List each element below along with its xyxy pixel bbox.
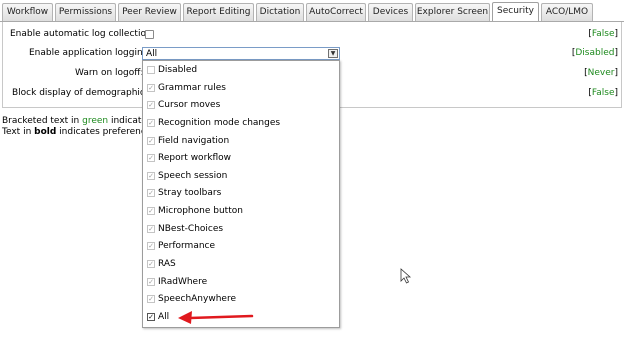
tab-workflow[interactable]: Workflow [2, 3, 53, 21]
option-grammar-rules[interactable]: ✓ Grammar rules [143, 80, 339, 96]
tab-aco-lmo[interactable]: ACO/LMO [541, 3, 593, 21]
option-speechanywhere[interactable]: ✓ SpeechAnywhere [143, 291, 339, 307]
option-cursor-moves[interactable]: ✓ Cursor moves [143, 97, 339, 113]
block-demographics-label: Block display of demographics: [12, 88, 153, 98]
option-checkbox[interactable]: ✓ [147, 172, 155, 180]
option-checkbox[interactable]: ✓ [147, 189, 155, 197]
legend-line-green: Bracketed text in green indicates c [2, 116, 160, 126]
log-collection-label: Enable automatic log collection: [10, 29, 155, 39]
option-label: Speech session [158, 171, 228, 181]
option-speech-session[interactable]: ✓ Speech session [143, 168, 339, 184]
option-label: SpeechAnywhere [158, 294, 236, 304]
tab-permissions[interactable]: Permissions [55, 3, 116, 21]
warn-logoff-default: [Never] [584, 68, 618, 78]
option-label: Cursor moves [158, 100, 221, 110]
option-checkbox[interactable]: ✓ [147, 84, 155, 92]
option-stray-toolbars[interactable]: ✓ Stray toolbars [143, 185, 339, 201]
tab-bar: Workflow Permissions Peer Review Report … [0, 0, 624, 22]
option-checkbox[interactable]: ✓ [147, 295, 155, 303]
app-logging-default: [Disabled] [571, 48, 618, 58]
option-checkbox[interactable]: ✓ [147, 313, 155, 321]
option-checkbox[interactable]: ✓ [147, 137, 155, 145]
option-label: Recognition mode changes [158, 118, 281, 128]
option-label: All [158, 312, 170, 322]
app-logging-select[interactable]: All ▼ [142, 47, 340, 60]
option-label: Report workflow [158, 153, 232, 163]
log-collection-default: [False] [588, 29, 618, 39]
tab-explorer-screen[interactable]: Explorer Screen [415, 3, 490, 21]
warn-logoff-label: Warn on logoff: [75, 68, 144, 78]
tab-devices[interactable]: Devices [368, 3, 413, 21]
option-nbest-choices[interactable]: ✓ NBest-Choices [143, 221, 339, 237]
chevron-down-icon[interactable]: ▼ [328, 49, 338, 58]
option-ras[interactable]: ✓ RAS [143, 256, 339, 272]
option-checkbox[interactable] [147, 66, 155, 74]
option-label: Stray toolbars [158, 188, 222, 198]
cursor-icon [400, 268, 412, 284]
app-logging-dropdown-list: Disabled ✓ Grammar rules ✓ Cursor moves ✓ R… [142, 60, 340, 328]
option-checkbox[interactable]: ✓ [147, 154, 155, 162]
option-label: RAS [158, 259, 176, 269]
option-field-navigation[interactable]: ✓ Field navigation [143, 133, 339, 149]
option-label: NBest-Choices [158, 224, 224, 234]
option-checkbox[interactable]: ✓ [147, 119, 155, 127]
option-iradwhere[interactable]: ✓ IRadWhere [143, 274, 339, 290]
option-performance[interactable]: ✓ Performance [143, 238, 339, 254]
app-logging-label: Enable application logging: [29, 48, 152, 58]
red-arrow-icon [178, 311, 254, 324]
block-demographics-default: [False] [588, 88, 618, 98]
option-checkbox[interactable]: ✓ [147, 225, 155, 233]
option-recognition-mode-changes[interactable]: ✓ Recognition mode changes [143, 115, 339, 131]
option-checkbox[interactable]: ✓ [147, 207, 155, 215]
option-report-workflow[interactable]: ✓ Report workflow [143, 150, 339, 166]
tab-autocorrect[interactable]: AutoCorrect [306, 3, 366, 21]
option-label: Field navigation [158, 136, 230, 146]
app-logging-selected-value: All [146, 49, 158, 59]
option-checkbox[interactable]: ✓ [147, 242, 155, 250]
tab-dictation[interactable]: Dictation [256, 3, 304, 21]
legend-line-bold: Text in bold indicates preferences [2, 127, 157, 137]
tab-peer-review[interactable]: Peer Review [118, 3, 181, 21]
option-checkbox[interactable]: ✓ [147, 260, 155, 268]
option-checkbox[interactable]: ✓ [147, 101, 155, 109]
log-collection-checkbox[interactable] [145, 30, 154, 39]
option-label: Grammar rules [158, 83, 226, 93]
tab-security[interactable]: Security [492, 2, 539, 22]
option-label: Disabled [158, 65, 198, 75]
tab-report-editing[interactable]: Report Editing [183, 3, 254, 21]
option-label: IRadWhere [158, 277, 208, 287]
option-disabled[interactable]: Disabled [143, 62, 339, 78]
option-checkbox[interactable]: ✓ [147, 278, 155, 286]
option-label: Performance [158, 241, 216, 251]
option-microphone-button[interactable]: ✓ Microphone button [143, 203, 339, 219]
option-label: Microphone button [158, 206, 243, 216]
